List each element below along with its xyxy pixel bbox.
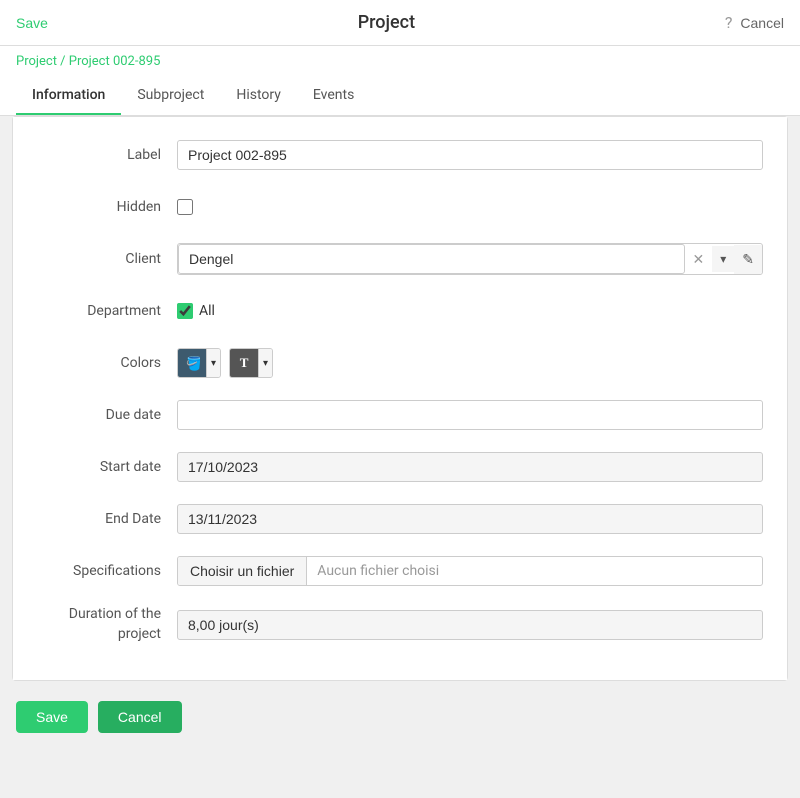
department-checkbox[interactable]: [177, 303, 193, 319]
due-date-row: Due date: [37, 397, 763, 433]
colors-field-control: 🪣 ▾ T ▾: [177, 348, 763, 378]
label-field-label: Label: [37, 147, 177, 163]
breadcrumb: Project / Project 002-895: [0, 46, 800, 77]
end-date-field-label: End Date: [37, 511, 177, 527]
colors-field-label: Colors: [37, 355, 177, 371]
file-input-wrapper: Choisir un fichier Aucun fichier choisi: [177, 556, 763, 586]
tab-subproject[interactable]: Subproject: [121, 77, 220, 115]
duration-field-control: [177, 610, 763, 640]
department-all-label: All: [199, 303, 215, 319]
footer-save-button[interactable]: Save: [16, 701, 88, 733]
start-date-field-label: Start date: [37, 459, 177, 475]
start-date-input[interactable]: [177, 452, 763, 482]
tab-events[interactable]: Events: [297, 77, 370, 115]
due-date-field-label: Due date: [37, 407, 177, 423]
department-field-control: All: [177, 303, 763, 319]
specifications-field-label: Specifications: [37, 563, 177, 579]
text-color-icon: T: [240, 355, 249, 371]
hidden-field-label: Hidden: [37, 199, 177, 215]
paint-bucket-icon: 🪣: [184, 355, 200, 371]
end-date-row: End Date: [37, 501, 763, 537]
bg-color-swatch: 🪣: [178, 349, 206, 377]
label-field-control: [177, 140, 763, 170]
end-date-input[interactable]: [177, 504, 763, 534]
client-input[interactable]: [178, 244, 685, 274]
colors-row: Colors 🪣 ▾ T ▾: [37, 345, 763, 381]
tab-bar: Information Subproject History Events: [0, 77, 800, 116]
client-select-wrapper: ✕ ▾ ✎: [177, 243, 763, 275]
app-header: Save Project ? Cancel: [0, 0, 800, 46]
start-date-row: Start date: [37, 449, 763, 485]
label-row: Label: [37, 137, 763, 173]
client-row: Client ✕ ▾ ✎: [37, 241, 763, 277]
text-color-picker[interactable]: T ▾: [229, 348, 273, 378]
hidden-field-control: [177, 199, 763, 215]
specifications-field-control: Choisir un fichier Aucun fichier choisi: [177, 556, 763, 586]
file-name-display: Aucun fichier choisi: [307, 557, 449, 585]
tab-information[interactable]: Information: [16, 77, 121, 115]
header-save-button[interactable]: Save: [16, 15, 48, 31]
due-date-input[interactable]: [177, 400, 763, 430]
end-date-field-control: [177, 504, 763, 534]
header-cancel-button[interactable]: Cancel: [740, 15, 784, 31]
bg-color-arrow: ▾: [206, 349, 220, 377]
duration-input[interactable]: [177, 610, 763, 640]
tab-history[interactable]: History: [220, 77, 297, 115]
duration-field-label: Duration of theproject: [37, 605, 177, 644]
text-color-swatch: T: [230, 349, 258, 377]
hidden-row: Hidden: [37, 189, 763, 225]
client-field-control: ✕ ▾ ✎: [177, 243, 763, 275]
start-date-field-control: [177, 452, 763, 482]
header-actions: ? Cancel: [725, 13, 784, 32]
client-dropdown-button[interactable]: ▾: [712, 246, 734, 272]
duration-row: Duration of theproject: [37, 605, 763, 644]
client-edit-button[interactable]: ✎: [734, 245, 762, 274]
bg-color-picker[interactable]: 🪣 ▾: [177, 348, 221, 378]
client-field-label: Client: [37, 251, 177, 267]
form-card: Label Hidden Client ✕ ▾ ✎: [12, 116, 788, 681]
footer-cancel-button[interactable]: Cancel: [98, 701, 182, 733]
department-row: Department All: [37, 293, 763, 329]
due-date-field-control: [177, 400, 763, 430]
text-color-arrow: ▾: [258, 349, 272, 377]
specifications-row: Specifications Choisir un fichier Aucun …: [37, 553, 763, 589]
department-field-label: Department: [37, 303, 177, 319]
svg-text:🪣: 🪣: [186, 356, 200, 371]
file-choose-button[interactable]: Choisir un fichier: [178, 557, 307, 585]
help-icon[interactable]: ?: [725, 13, 733, 32]
hidden-checkbox[interactable]: [177, 199, 193, 215]
page-title: Project: [358, 12, 415, 33]
label-input[interactable]: [177, 140, 763, 170]
client-clear-button[interactable]: ✕: [685, 245, 713, 274]
footer: Save Cancel: [0, 681, 800, 753]
form-content: Label Hidden Client ✕ ▾ ✎: [13, 117, 787, 680]
